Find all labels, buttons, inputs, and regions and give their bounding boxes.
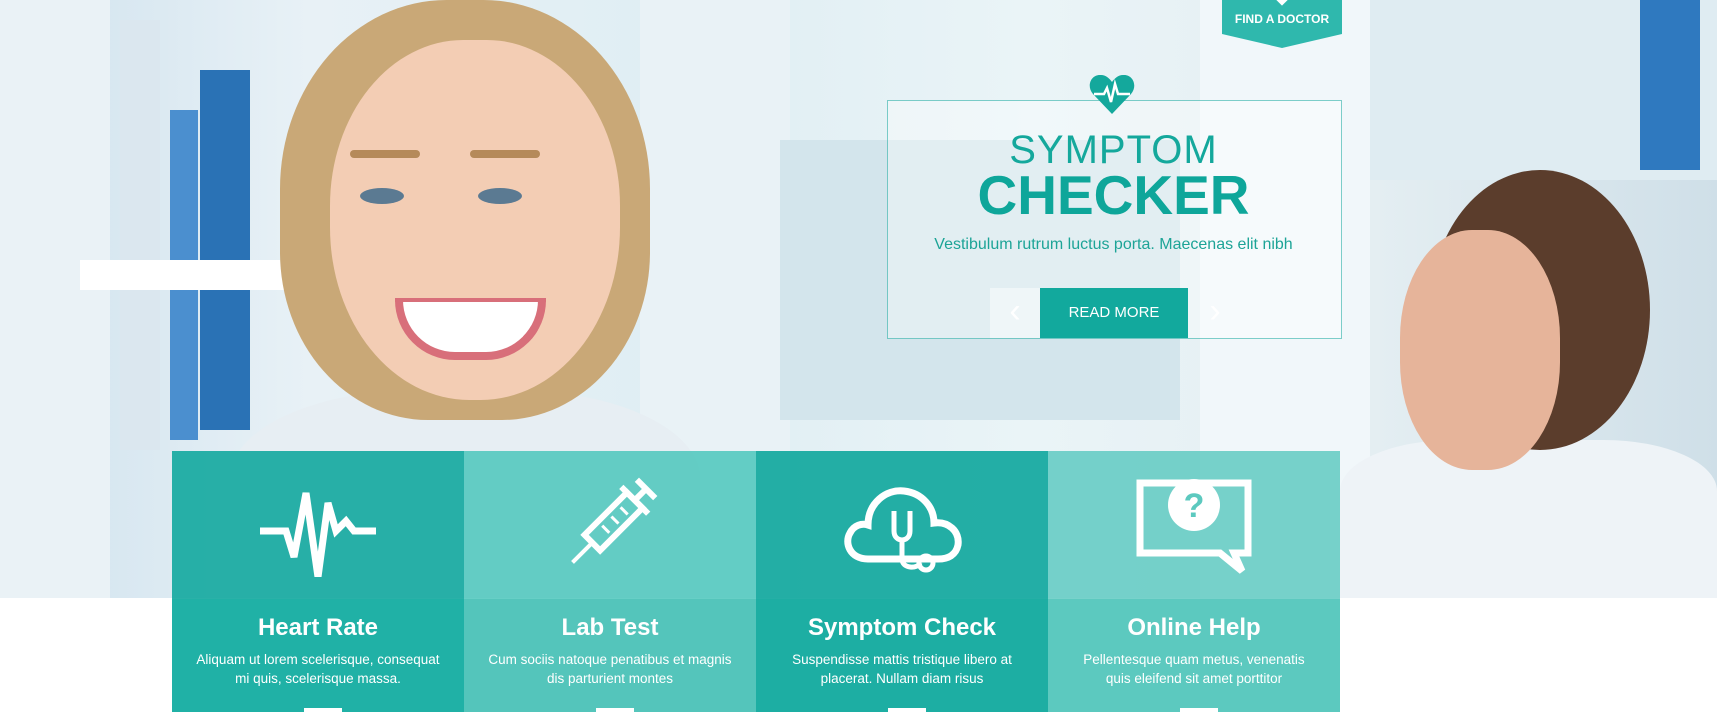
feature-title: Lab Test [561,614,659,641]
feature-text: Aliquam ut lorem scelerisque, consequat … [196,652,440,686]
slide-title-line2: CHECKER [977,164,1250,226]
ribbon-tick [1276,0,1288,6]
heart-pulse-icon [1089,74,1135,114]
feature-title: Online Help [1127,614,1261,641]
read-more-button[interactable]: READ MORE [1040,288,1188,338]
features-row: Heart Rate Aliquam ut lorem scelerisque,… [172,451,1340,712]
background-book [120,20,160,450]
slide-description: Vestibulum rutrum luctus porta. Maecenas… [934,236,1293,253]
feature-text-area: Lab Test Cum sociis natoque penatibus et… [464,599,756,712]
feature-text-area: Heart Rate Aliquam ut lorem scelerisque,… [172,599,464,712]
doctor-eye [360,188,404,204]
feature-title: Heart Rate [257,614,379,641]
feature-card-online-help[interactable]: ? Online Help Pellentesque quam metus, v… [1048,451,1340,712]
doctor-coat [1340,440,1717,598]
question-chat-icon: ? [1136,479,1252,574]
doctor-face [1400,230,1560,470]
feature-text: Pellentesque quam metus, venenatis quis … [1083,652,1305,686]
feature-card-lab-test[interactable]: Lab Test Cum sociis natoque penatibus et… [464,451,756,712]
feature-icon-area: ? [1048,451,1340,599]
doctor-brow [470,150,540,158]
feature-icon-area [172,451,464,599]
syringe-icon [571,477,658,564]
background-book [1640,0,1700,170]
background-book [200,70,250,430]
doctor-brow [350,150,420,158]
heartbeat-icon [260,492,376,577]
feature-text: Suspendisse mattis tristique libero at p… [792,652,1012,686]
slider-prev-arrow[interactable]: ‹ [990,288,1040,338]
feature-dash [596,708,634,712]
feature-icon-area [464,451,756,599]
feature-title: Symptom Check [807,614,997,641]
feature-text-area: Symptom Check Suspendisse mattis tristiq… [756,599,1048,712]
feature-text: Cum sociis natoque penatibus et magnis d… [488,652,732,686]
feature-card-heart-rate[interactable]: Heart Rate Aliquam ut lorem scelerisque,… [172,451,464,712]
feature-dash [1180,708,1218,712]
cloud-stethoscope-icon [844,487,962,573]
feature-dash [888,708,926,712]
slider-next-arrow[interactable]: › [1190,288,1240,338]
feature-icon-area [756,451,1048,599]
feature-dash [304,708,342,712]
feature-text-area: Online Help Pellentesque quam metus, ven… [1048,599,1340,712]
svg-text:?: ? [1184,487,1205,525]
doctor-eye [478,188,522,204]
feature-card-symptom-check[interactable]: Symptom Check Suspendisse mattis tristiq… [756,451,1048,712]
find-doctor-button[interactable]: FIND A DOCTOR [1222,0,1342,48]
background-shelf [0,0,110,598]
find-doctor-label: FIND A DOCTOR [1234,12,1330,26]
